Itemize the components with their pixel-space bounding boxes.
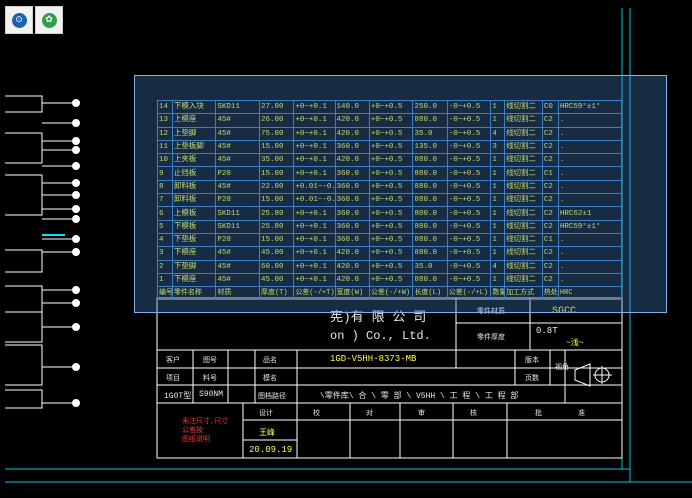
balloon-marker-16 — [72, 399, 80, 407]
thickness-extra: ~浅~ — [566, 339, 584, 348]
selection-rectangle — [134, 75, 667, 313]
col-label-2: 对 — [366, 410, 373, 418]
balloon-marker-9 — [72, 215, 80, 223]
tonnage: S90NM — [199, 390, 224, 399]
page-label: 页数 — [525, 375, 539, 383]
col-label-4: 核 — [470, 410, 477, 418]
version-label: 版本 — [525, 357, 539, 365]
customer-value: 图号 — [203, 357, 217, 365]
customer-label: 客户 — [166, 357, 180, 365]
balloon-marker-6 — [72, 179, 80, 187]
balloon-marker-5 — [72, 162, 80, 170]
balloon-marker-15 — [72, 363, 80, 371]
designer-name: 王峰 — [259, 429, 275, 438]
col-label-6: 准 — [578, 410, 585, 418]
file-path: \零件库\ 合 \ 零 部 \ V5HH \ 工 程 \ 工 程 部 — [320, 392, 519, 401]
balloon-marker-10 — [72, 235, 80, 243]
part-outline — [5, 132, 43, 164]
col-label-5: 批 — [535, 410, 542, 418]
part-outline — [5, 389, 43, 409]
balloon-marker-12 — [72, 286, 80, 294]
col-label-1: 校 — [313, 410, 320, 418]
toolbar: ⊙ ✿ — [5, 6, 63, 34]
balloon-marker-14 — [72, 323, 80, 331]
part-outline — [5, 285, 43, 313]
note-red-3: 图纸说明 — [182, 436, 210, 444]
projection-symbol-icon — [574, 363, 612, 387]
part-name-label: 品名 — [263, 357, 277, 365]
vehicle-label: 项目 — [166, 375, 180, 383]
file-path-label: 图档路径 — [258, 393, 286, 401]
balloon-marker-7 — [72, 191, 80, 199]
company-name-en: on ) Co., Ltd. — [330, 329, 431, 343]
part-number: 1GD-V5HH-8373-MB — [330, 354, 417, 364]
balloon-marker-13 — [72, 299, 80, 307]
thickness-value: 0.8T — [536, 326, 558, 336]
balloon-marker-2 — [72, 119, 80, 127]
angle-label: 视角 — [555, 364, 569, 372]
balloon-marker-3 — [72, 137, 80, 145]
balloon-callouts — [5, 95, 80, 409]
view-cube-button[interactable]: ⊙ — [5, 6, 33, 34]
balloon-marker-11 — [72, 248, 80, 256]
vehicle-value: 料号 — [203, 375, 217, 383]
design-label: 设计 — [259, 410, 273, 418]
view-cube-icon: ⊙ — [11, 12, 27, 28]
material-thickness-label: 零件厚度 — [477, 334, 505, 342]
part-outline — [5, 174, 43, 216]
balloon-marker-4 — [72, 146, 80, 154]
settings-wheel-button[interactable]: ✿ — [35, 6, 63, 34]
part-outline — [5, 311, 43, 343]
balloon-marker-8 — [72, 205, 80, 213]
mold-type: 1G0T型 — [164, 392, 192, 401]
mold-name-label: 模名 — [263, 375, 277, 383]
part-outline — [5, 344, 43, 386]
settings-wheel-icon: ✿ — [41, 12, 57, 28]
col-label-3: 审 — [418, 410, 425, 418]
balloon-marker-1 — [72, 99, 80, 107]
part-outline — [5, 249, 43, 273]
design-date: 20.09.19 — [249, 445, 293, 455]
part-outline — [5, 95, 43, 113]
